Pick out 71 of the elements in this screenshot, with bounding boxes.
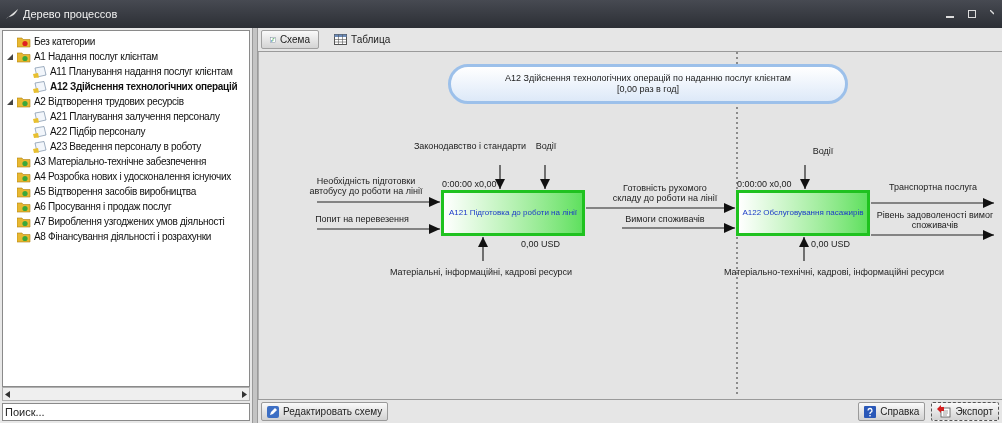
cost-label: 0,00 USD xyxy=(521,239,561,249)
tree-item[interactable]: A23 Введення персоналу в роботу xyxy=(50,139,201,154)
time-label: 0:00:00 x0,00 xyxy=(737,179,792,189)
export-icon xyxy=(937,405,952,418)
export-button[interactable]: Экспорт xyxy=(931,402,999,421)
arrow-label: Рівень задоволеності вимог споживачів xyxy=(876,210,994,230)
arrow-label: Водії xyxy=(812,146,834,156)
table-icon xyxy=(334,34,347,45)
arrow-label: Транспортна послуга xyxy=(889,182,977,192)
arrow-label: Законодавство і стандарти xyxy=(413,141,527,151)
arrow-label: Готовність рухомого складу до роботи на лінії xyxy=(612,183,718,203)
document-icon xyxy=(33,80,47,93)
search-field[interactable]: Поиск... xyxy=(2,403,250,421)
arrow xyxy=(800,164,810,190)
tree-item[interactable]: A3 Матеріально-технічне забезпечення xyxy=(34,154,207,169)
tree-item[interactable]: A7 Вироблення узгоджених умов діяльності xyxy=(34,214,225,229)
help-button[interactable]: Справка xyxy=(858,402,926,421)
tree-item[interactable]: A5 Відтворення засобів виробництва xyxy=(34,184,197,199)
tab[interactable]: Схема xyxy=(261,30,319,49)
tree-item[interactable]: A11 Планування надання послуг клієнтам xyxy=(50,64,233,79)
folder-icon xyxy=(17,185,31,198)
tree-item[interactable]: A8 Фінансування діяльності і розрахунки xyxy=(34,229,212,244)
maximize-icon[interactable] xyxy=(968,10,976,18)
arrow-label: Матеріальні, інформаційні, кадрові ресурси xyxy=(389,267,573,277)
arrow xyxy=(540,164,550,190)
pencil-icon xyxy=(267,405,279,418)
activity-box[interactable]: A122 Обслуговування пасажирів xyxy=(736,190,870,236)
tab[interactable]: Таблица xyxy=(325,30,400,49)
arrow xyxy=(478,236,488,262)
tree-item[interactable]: A1 Надання послуг клієнтам xyxy=(34,49,158,64)
folder-icon xyxy=(17,215,31,228)
time-label: 0:00:00 x0,00 xyxy=(442,179,497,189)
folder-icon xyxy=(17,170,31,183)
document-icon xyxy=(33,125,47,138)
tree-item[interactable]: A12 Здійснення технологічних операцій xyxy=(50,79,238,94)
scroll-right-icon[interactable] xyxy=(242,390,247,398)
folder-icon xyxy=(17,95,31,108)
edit-button[interactable]: Редактировать схему xyxy=(261,402,389,421)
folder-icon xyxy=(17,155,31,168)
folder-icon xyxy=(17,35,31,48)
feather-icon xyxy=(6,9,18,19)
tree-item[interactable]: A2 Відтворення трудових ресурсів xyxy=(34,94,184,109)
tree-item[interactable]: A6 Просування і продаж послуг xyxy=(34,199,172,214)
context-node[interactable]: A12 Здійснення технологічних операцій по наданню послуг клієнтам [0,00 раз в год] xyxy=(448,64,848,104)
context-text: A12 Здійснення технологічних операцій по наданню послуг клієнтам xyxy=(505,73,791,84)
arrow-label: Необхідність підготовки автобусу до роботи на лінії xyxy=(309,176,423,196)
document-icon xyxy=(33,140,47,153)
tree-item[interactable]: A21 Планування залучення персоналу xyxy=(50,109,220,124)
tree-item[interactable]: A22 Підбір персоналу xyxy=(50,124,146,139)
window-title: Дерево процессов xyxy=(23,6,118,22)
document-icon xyxy=(33,65,47,78)
scroll-left-icon[interactable] xyxy=(5,390,10,398)
arrow-label: Водії xyxy=(535,141,557,151)
help-icon xyxy=(864,405,877,418)
collapse-icon[interactable] xyxy=(7,98,13,105)
horizontal-scrollbar[interactable] xyxy=(2,387,250,401)
folder-icon xyxy=(17,230,31,243)
folder-icon xyxy=(17,50,31,63)
arrow-label: Попит на перевезення xyxy=(315,214,409,224)
folder-icon xyxy=(17,200,31,213)
arrow xyxy=(495,164,505,190)
arrow-label: Матеріально-технічні, кадрові, інформаційні ресурси xyxy=(723,267,945,277)
context-text: [0,00 раз в год] xyxy=(617,84,679,95)
arrow-label: Вимоги споживачів xyxy=(625,214,705,224)
activity-box[interactable]: A121 Підготовка до роботи на лінії xyxy=(441,190,585,236)
arrow xyxy=(799,236,809,262)
tree-item[interactable]: A4 Розробка нових і удосконалення існуючих xyxy=(34,169,231,184)
tree-item[interactable]: Без категории xyxy=(34,34,96,49)
cost-label: 0,00 USD xyxy=(811,239,851,249)
collapse-icon[interactable] xyxy=(7,53,13,60)
document-icon xyxy=(33,110,47,123)
